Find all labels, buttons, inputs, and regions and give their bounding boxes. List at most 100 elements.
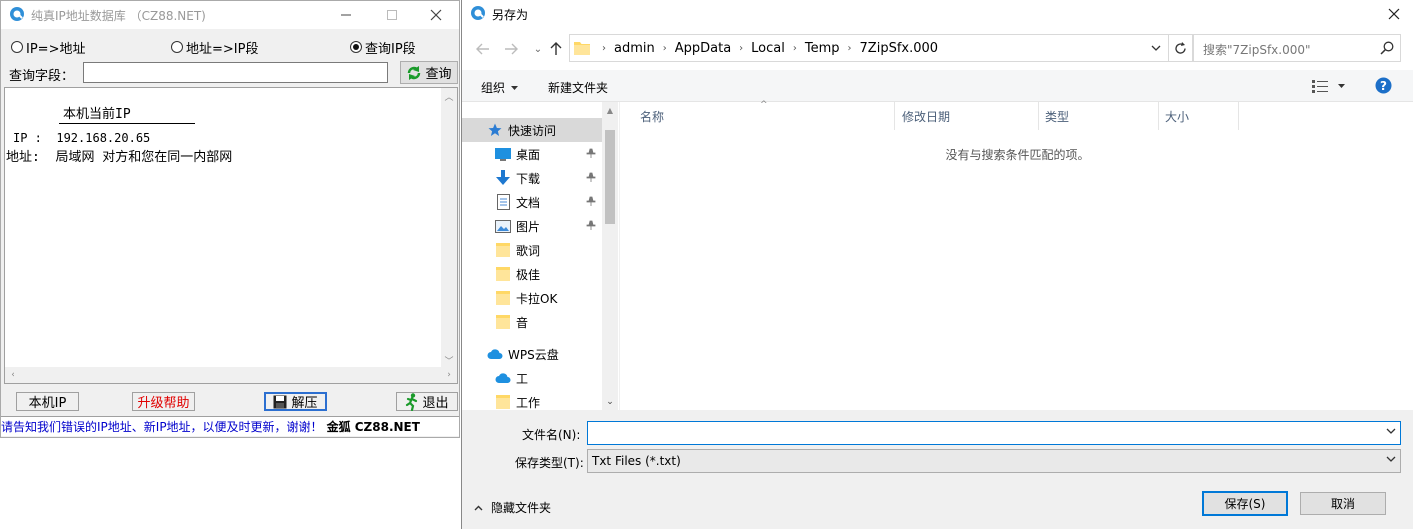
refresh-button[interactable] bbox=[1169, 34, 1193, 62]
breadcrumb-chevron-icon[interactable]: › bbox=[848, 43, 852, 54]
new-folder-button[interactable]: 新建文件夹 bbox=[548, 79, 608, 96]
nav-item-quick-access[interactable]: 快速访问 bbox=[462, 118, 602, 142]
result-divider bbox=[59, 123, 195, 124]
exit-button[interactable]: 退出 bbox=[396, 392, 458, 411]
close-button[interactable] bbox=[413, 1, 459, 29]
vertical-scrollbar[interactable]: ︿ ﹀ bbox=[441, 88, 457, 368]
save-as-titlebar[interactable]: 另存为 bbox=[462, 0, 1413, 28]
breadcrumb-chevron-icon[interactable]: › bbox=[663, 43, 667, 54]
breadcrumb-item[interactable]: admin bbox=[614, 41, 655, 56]
radio-label: IP=>地址 bbox=[26, 41, 86, 57]
pin-icon[interactable] bbox=[586, 196, 596, 206]
nav-item-yin[interactable]: 音 bbox=[495, 310, 528, 334]
breadcrumb-chevron-icon[interactable]: › bbox=[793, 43, 797, 54]
nav-item-pictures[interactable]: 图片 bbox=[495, 214, 540, 238]
query-button-label: 查询 bbox=[425, 67, 452, 82]
up-arrow-icon[interactable] bbox=[547, 40, 565, 58]
hide-folders-toggle[interactable]: 隐藏文件夹 bbox=[474, 499, 551, 516]
navigation-pane[interactable]: 快速访问 桌面 下载 文档 图片 歌词 极佳 卡拉OK 音 WPS云盘 工 工作… bbox=[462, 102, 619, 410]
local-ip-button[interactable]: 本机IP bbox=[16, 392, 79, 411]
column-header-type[interactable]: 类型 bbox=[1039, 102, 1159, 130]
nav-item-documents[interactable]: 文档 bbox=[495, 190, 540, 214]
dialog-title: 另存为 bbox=[492, 8, 529, 22]
scroll-down-icon[interactable]: ⌄ bbox=[602, 394, 618, 410]
pin-icon[interactable] bbox=[586, 220, 596, 230]
nav-item-jijia[interactable]: 极佳 bbox=[495, 262, 540, 286]
cancel-button-label: 取消 bbox=[1330, 497, 1355, 511]
address-bar[interactable]: › admin › AppData › Local › Temp › 7ZipS… bbox=[569, 34, 1169, 62]
view-options-button[interactable] bbox=[1312, 79, 1345, 93]
organize-menu[interactable]: 组织 bbox=[481, 79, 519, 96]
cloud-icon bbox=[487, 346, 503, 362]
forward-arrow-icon[interactable] bbox=[502, 40, 520, 58]
column-header-size[interactable]: 大小 bbox=[1159, 102, 1239, 130]
floppy-disk-icon bbox=[273, 395, 287, 409]
window-title: 纯真IP地址数据库 （CZ88.NET) bbox=[31, 9, 206, 23]
filetype-select[interactable]: Txt Files (*.txt) bbox=[587, 449, 1401, 473]
svg-text:?: ? bbox=[1380, 79, 1387, 93]
scroll-down-icon[interactable]: ﹀ bbox=[441, 352, 457, 368]
pin-icon[interactable] bbox=[586, 148, 596, 158]
result-heading: 本机当前IP bbox=[63, 107, 131, 122]
breadcrumb-item[interactable]: Temp bbox=[805, 41, 840, 56]
nav-label: 极佳 bbox=[516, 267, 541, 282]
search-icon[interactable] bbox=[1380, 41, 1394, 55]
nav-item-desktop[interactable]: 桌面 bbox=[495, 142, 540, 166]
chevron-down-icon[interactable] bbox=[1386, 428, 1396, 434]
nav-item-lyrics[interactable]: 歌词 bbox=[495, 238, 540, 262]
radio-ip-to-address[interactable]: IP=>地址 bbox=[11, 39, 86, 57]
scroll-left-icon[interactable]: ‹ bbox=[5, 367, 21, 383]
local-ip-label: 本机IP bbox=[28, 396, 67, 411]
help-icon[interactable]: ? bbox=[1375, 77, 1392, 94]
nav-scrollbar[interactable]: ▲ ⌄ bbox=[602, 102, 618, 410]
maximize-button[interactable] bbox=[369, 1, 415, 29]
nav-item-gong[interactable]: 工 bbox=[495, 366, 528, 390]
folder-icon bbox=[495, 242, 511, 258]
breadcrumb-chevron-icon[interactable]: › bbox=[739, 43, 743, 54]
save-button[interactable]: 保存(S) bbox=[1202, 491, 1288, 516]
extract-button[interactable]: 解压 bbox=[264, 392, 327, 411]
breadcrumb-item[interactable]: AppData bbox=[675, 41, 731, 56]
radio-query-ip-range[interactable]: 查询IP段 bbox=[350, 39, 416, 57]
query-button[interactable]: 查询 bbox=[400, 61, 458, 84]
folder-icon bbox=[574, 40, 590, 55]
result-panel[interactable]: 本机当前IP IP : 192.168.20.65 地址: 局域网 对方和您在同… bbox=[4, 87, 458, 384]
folder-icon bbox=[495, 394, 511, 410]
pin-icon[interactable] bbox=[586, 172, 596, 182]
upgrade-help-button[interactable]: 升级帮助 bbox=[132, 392, 195, 411]
nav-item-downloads[interactable]: 下载 bbox=[495, 166, 540, 190]
nav-item-wps-cloud[interactable]: WPS云盘 bbox=[487, 342, 559, 366]
star-icon bbox=[487, 122, 503, 138]
search-box[interactable]: 搜索"7ZipSfx.000" bbox=[1193, 34, 1401, 62]
horizontal-scrollbar[interactable]: ‹ › bbox=[5, 367, 457, 383]
dropdown-triangle-icon bbox=[511, 85, 519, 90]
qqwry-titlebar[interactable]: 纯真IP地址数据库 （CZ88.NET) bbox=[1, 1, 459, 29]
scroll-up-icon[interactable]: ︿ bbox=[441, 88, 457, 104]
file-list[interactable]: ^ 名称 修改日期 类型 大小 没有与搜索条件匹配的项。 bbox=[619, 100, 1413, 410]
scroll-thumb[interactable] bbox=[605, 130, 615, 224]
nav-item-karaoke[interactable]: 卡拉OK bbox=[495, 286, 557, 310]
nav-item-work[interactable]: 工作 bbox=[495, 390, 540, 414]
breadcrumb-item[interactable]: Local bbox=[751, 41, 785, 56]
organize-label: 组织 bbox=[481, 81, 506, 95]
column-header-modified[interactable]: 修改日期 bbox=[895, 102, 1039, 130]
filename-input[interactable] bbox=[587, 421, 1401, 445]
nav-label: 文档 bbox=[516, 195, 541, 210]
minimize-button[interactable] bbox=[323, 1, 369, 29]
recent-chevron-icon[interactable]: ⌄ bbox=[529, 40, 547, 58]
scroll-right-icon[interactable]: › bbox=[441, 367, 457, 383]
query-input[interactable] bbox=[83, 62, 388, 83]
chevron-down-icon[interactable] bbox=[1386, 456, 1396, 462]
radio-label: 地址=>IP段 bbox=[186, 41, 259, 57]
cancel-button[interactable]: 取消 bbox=[1300, 492, 1386, 515]
filename-field[interactable] bbox=[588, 422, 1378, 444]
radio-address-to-ip[interactable]: 地址=>IP段 bbox=[171, 39, 259, 57]
result-ip: IP : 192.168.20.65 bbox=[13, 131, 151, 145]
status-message: 请告知我们错误的IP地址、新IP地址，以便及时更新，谢谢！ bbox=[1, 420, 323, 434]
address-dropdown-icon[interactable] bbox=[1144, 35, 1168, 61]
close-button[interactable] bbox=[1374, 0, 1413, 28]
breadcrumb-item[interactable]: 7ZipSfx.000 bbox=[860, 41, 939, 56]
column-header-name[interactable]: 名称 bbox=[620, 102, 895, 130]
scroll-up-icon[interactable]: ▲ bbox=[602, 102, 618, 118]
back-arrow-icon[interactable] bbox=[474, 40, 492, 58]
